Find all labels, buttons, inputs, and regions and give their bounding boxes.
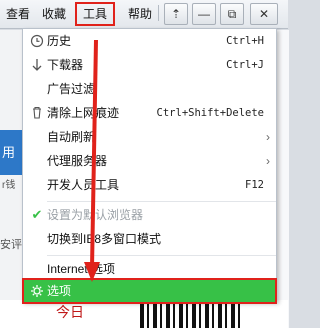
menubar-divider (158, 5, 159, 21)
menu-item-label: 下载器 (47, 58, 84, 72)
today-label: 今日 (56, 304, 84, 320)
menu-separator (47, 255, 276, 256)
menu-item-label: 历史 (47, 34, 72, 48)
menu-item-shortcut: Ctrl+H (226, 35, 264, 47)
gear-icon (29, 279, 45, 303)
menu-bar: 查看 收藏 工具 帮助 ⇡ — ⧉ ✕ (0, 0, 288, 29)
menu-item-auto-refresh[interactable]: 自动刷新 › (23, 125, 276, 149)
tools-dropdown-menu: 历史 Ctrl+H 下载器 Ctrl+J 广告过滤 清除上网痕迹 Ctrl+Sh… (22, 28, 277, 304)
menu-item-downloader[interactable]: 下载器 Ctrl+J (23, 53, 276, 77)
page-blue-tab: 用 (0, 130, 22, 175)
page-side-text: 安评 (0, 239, 22, 251)
menu-item-label: 清除上网痕迹 (47, 106, 120, 120)
menu-item-clear-traces[interactable]: 清除上网痕迹 Ctrl+Shift+Delete (23, 101, 276, 125)
menu-item-label: 代理服务器 (47, 154, 108, 168)
menu-item-ad-filter[interactable]: 广告过滤 (23, 77, 276, 101)
menu-item-label: 设置为默认浏览器 (47, 208, 144, 222)
menu-item-label: 广告过滤 (47, 82, 96, 96)
chevron-right-icon: › (266, 130, 270, 144)
menu-item-options[interactable]: 选项 (22, 278, 277, 304)
check-icon: ✔ (31, 207, 43, 222)
menu-view[interactable]: 查看 (4, 4, 32, 24)
page-side-text: r钱 (2, 180, 16, 191)
menu-item-label: 开发人员工具 (47, 178, 120, 192)
menu-separator (47, 201, 276, 202)
trash-icon (29, 101, 45, 125)
menu-item-label: Internet 选项 (47, 262, 116, 276)
menu-item-label: 选项 (47, 284, 72, 298)
menu-favorites[interactable]: 收藏 (40, 4, 68, 24)
clock-icon (29, 29, 45, 53)
menu-item-shortcut: Ctrl+J (226, 59, 264, 71)
menu-item-internet-options[interactable]: Internet 选项 (23, 257, 276, 281)
menu-item-developer-tools[interactable]: 开发人员工具 F12 (23, 173, 276, 197)
menu-item-shortcut: Ctrl+Shift+Delete (156, 107, 264, 119)
menu-item-switch-ie8-mode[interactable]: 切换到IE8多窗口模式 (23, 227, 276, 251)
menu-tools[interactable]: 工具 (75, 2, 116, 26)
menu-item-label: 自动刷新 (47, 130, 96, 144)
restore-button[interactable]: ⧉ (220, 3, 244, 25)
menu-item-history[interactable]: 历史 Ctrl+H (23, 29, 276, 53)
menu-item-label: 切换到IE8多窗口模式 (47, 232, 162, 246)
menu-item-proxy-server[interactable]: 代理服务器 › (23, 149, 276, 173)
menu-item-shortcut: F12 (245, 179, 264, 191)
pin-button[interactable]: ⇡ (164, 3, 188, 25)
download-icon (29, 53, 45, 77)
menu-item-set-default-browser: ✔ 设置为默认浏览器 (23, 203, 276, 227)
qr-code-image (140, 300, 240, 328)
chevron-right-icon: › (266, 154, 270, 168)
minimize-button[interactable]: — (192, 3, 216, 25)
menu-help[interactable]: 帮助 (126, 4, 154, 24)
close-button[interactable]: ✕ (250, 3, 278, 25)
